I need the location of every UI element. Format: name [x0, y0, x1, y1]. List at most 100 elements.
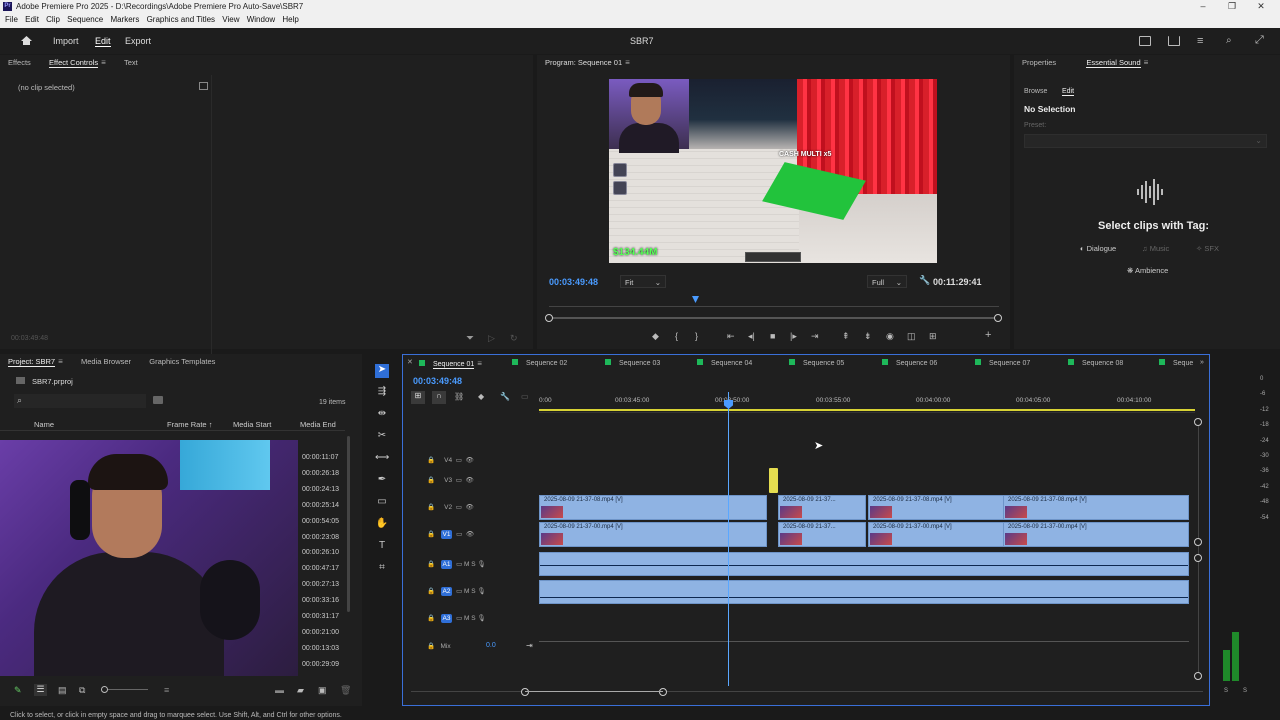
maximize-icon[interactable]: ❐	[1225, 1, 1239, 13]
find-folder-icon[interactable]: ▰	[297, 685, 304, 696]
tab-essential-sound[interactable]: Essential Sound ≡	[1078, 55, 1156, 71]
text-auto-icon[interactable]: ⌗	[375, 562, 389, 576]
home-icon[interactable]	[20, 35, 33, 46]
solo-left-button[interactable]: S	[1224, 688, 1228, 694]
audio-clip-a2[interactable]	[539, 580, 1189, 604]
add-marker-icon[interactable]: ◆	[478, 392, 484, 401]
hscroll-handle-left[interactable]	[521, 688, 529, 696]
menu-clip[interactable]: Clip	[41, 14, 60, 24]
vscroll-handle-top[interactable]	[1194, 418, 1202, 426]
rectangle-tool-icon[interactable]: ▭	[375, 496, 389, 510]
tab-sequence-02[interactable]: Sequence 02	[512, 359, 567, 367]
col-media-start[interactable]: Media Start	[233, 420, 271, 429]
dialogue-tag-button[interactable]: ◐ Dialogue	[1080, 244, 1116, 253]
tab-effect-controls[interactable]: Effect Controls ≡	[41, 55, 114, 71]
audio-clip-a1[interactable]	[539, 552, 1189, 576]
hscroll-handle-right[interactable]	[659, 688, 667, 696]
menu-markers[interactable]: Markers	[105, 14, 139, 24]
clip-v1-3[interactable]: 2025-08-09 21-37-00.mp4 [V]	[868, 522, 1004, 547]
share-icon[interactable]	[1168, 36, 1180, 46]
project-search-input[interactable]: ⌕	[14, 394, 146, 408]
close-icon[interactable]: ✕	[1254, 1, 1268, 13]
project-scrollbar[interactable]	[347, 436, 350, 612]
tab-properties[interactable]: Properties	[1014, 55, 1064, 71]
vscroll-handle-audio[interactable]	[1194, 554, 1202, 562]
hand-tool-icon[interactable]: ✋	[375, 518, 389, 532]
add-marker-icon[interactable]: ◆	[652, 331, 659, 342]
go-to-in-icon[interactable]: ⇤	[727, 331, 735, 342]
new-item-icon[interactable]: ▣	[318, 685, 327, 696]
captions-icon[interactable]: ▭	[521, 392, 529, 401]
track-select-icon[interactable]: ⇶	[375, 386, 389, 400]
mark-out-icon[interactable]: }	[695, 331, 698, 341]
pen-tool-icon[interactable]: ✒	[375, 474, 389, 488]
monitor-ruler[interactable]	[549, 301, 999, 307]
clip-v2-3[interactable]: 2025-08-09 21-37-08.mp4 [V]	[868, 495, 1004, 520]
current-timecode[interactable]: 00:03:49:48	[549, 277, 598, 287]
menu-sequence[interactable]: Sequence	[62, 14, 103, 24]
menu-edit[interactable]: Edit	[20, 14, 39, 24]
list-view-icon[interactable]: ☰	[34, 684, 47, 696]
menu-window[interactable]: Window	[242, 14, 275, 24]
clip-v1-4[interactable]: 2025-08-09 21-37-00.mp4 [V]	[1003, 522, 1189, 547]
search-icon[interactable]: ⌕	[1226, 35, 1232, 46]
tab-project[interactable]: Project: SBR7 ≡	[0, 354, 71, 370]
freeform-view-icon[interactable]: ⧉	[79, 685, 85, 696]
tab-graphics-templates[interactable]: Graphics Templates	[141, 354, 223, 370]
music-tag-button[interactable]: ♫ Music	[1142, 244, 1169, 253]
automate-icon[interactable]: ▬	[275, 685, 284, 695]
sfx-tag-button[interactable]: ✧ SFX	[1196, 244, 1219, 253]
edit-subtab[interactable]: Edit	[1062, 88, 1075, 96]
track-header-v1[interactable]: 🔒 V1 ▭ 👁	[427, 530, 474, 539]
menu-graphics[interactable]: Graphics and Titles	[142, 14, 215, 24]
track-header-a2[interactable]: 🔒 A2 ▭ M S 🎙	[427, 587, 486, 596]
close-sequence-icon[interactable]: ✕	[407, 358, 413, 366]
vscroll-handle-mid[interactable]	[1194, 538, 1202, 546]
timeline-settings-icon[interactable]: 🔧	[500, 392, 510, 401]
menu-lines-icon[interactable]: ≡	[1197, 35, 1203, 47]
go-to-out-icon[interactable]: ⇥	[811, 331, 819, 342]
panel-menu-icon[interactable]: ≡	[58, 357, 63, 366]
fullscreen-icon[interactable]: ⤢	[1255, 34, 1264, 47]
razor-tool-icon[interactable]: ✂	[375, 430, 389, 444]
col-media-end[interactable]: Media End	[300, 420, 336, 429]
clip-v2-1[interactable]: 2025-08-09 21-37-08.mp4 [V]	[539, 495, 767, 520]
vscroll-handle-bottom[interactable]	[1194, 672, 1202, 680]
timeline-playhead[interactable]	[728, 392, 729, 686]
play-audio-icon[interactable]: ▷	[488, 333, 495, 344]
ambience-tag-button[interactable]: ❋ Ambience	[1127, 266, 1168, 275]
step-forward-icon[interactable]: |▸	[790, 331, 797, 342]
ripple-edit-icon[interactable]: ⇹	[375, 408, 389, 422]
export-frame-icon[interactable]: ◉	[886, 331, 894, 342]
edit-tab[interactable]: Edit	[95, 36, 111, 47]
zoom-scrollbar[interactable]	[549, 317, 999, 319]
selection-tool-icon[interactable]: ➤	[375, 364, 389, 378]
mix-volume-value[interactable]: 0.0	[486, 642, 496, 649]
menu-file[interactable]: File	[0, 14, 18, 24]
vr-icon[interactable]: ⊞	[929, 331, 937, 342]
track-header-a1[interactable]: 🔒 A1 ▭ M S 🎙	[427, 560, 486, 569]
panel-menu-icon[interactable]: ≡	[1144, 58, 1149, 67]
snap-icon[interactable]: ∩	[432, 391, 446, 404]
comparison-view-icon[interactable]: ◫	[907, 331, 916, 342]
preset-dropdown[interactable]: ⌄	[1024, 134, 1267, 148]
track-header-mix[interactable]: 🔒 Mix	[427, 642, 451, 650]
workspace-icon[interactable]	[1139, 36, 1151, 46]
type-tool-icon[interactable]: T	[375, 540, 389, 554]
lift-icon[interactable]: ⇞	[842, 331, 850, 342]
track-header-v2[interactable]: 🔒 V2 ▭ 👁	[427, 503, 474, 511]
trash-icon[interactable]: 🗑	[340, 685, 351, 696]
tab-sequence-05[interactable]: Sequence 05	[789, 359, 844, 367]
zoom-dropdown[interactable]: Fit ⌄	[620, 275, 666, 288]
col-frame-rate[interactable]: Frame Rate ↑	[167, 420, 212, 429]
clip-v1-2[interactable]: 2025-08-09 21-37...	[778, 522, 866, 547]
col-name[interactable]: Name	[34, 420, 54, 429]
stop-icon[interactable]: ■	[770, 331, 775, 341]
slip-tool-icon[interactable]: ⟷	[375, 452, 389, 466]
minimize-icon[interactable]: –	[1196, 1, 1210, 13]
tab-sequence-07[interactable]: Sequence 07	[975, 359, 1030, 367]
more-tabs-icon[interactable]: »	[1200, 359, 1204, 366]
nest-icon[interactable]: ⊞	[411, 391, 425, 404]
zoom-slider-handle[interactable]	[101, 686, 108, 693]
export-tab[interactable]: Export	[125, 36, 151, 46]
